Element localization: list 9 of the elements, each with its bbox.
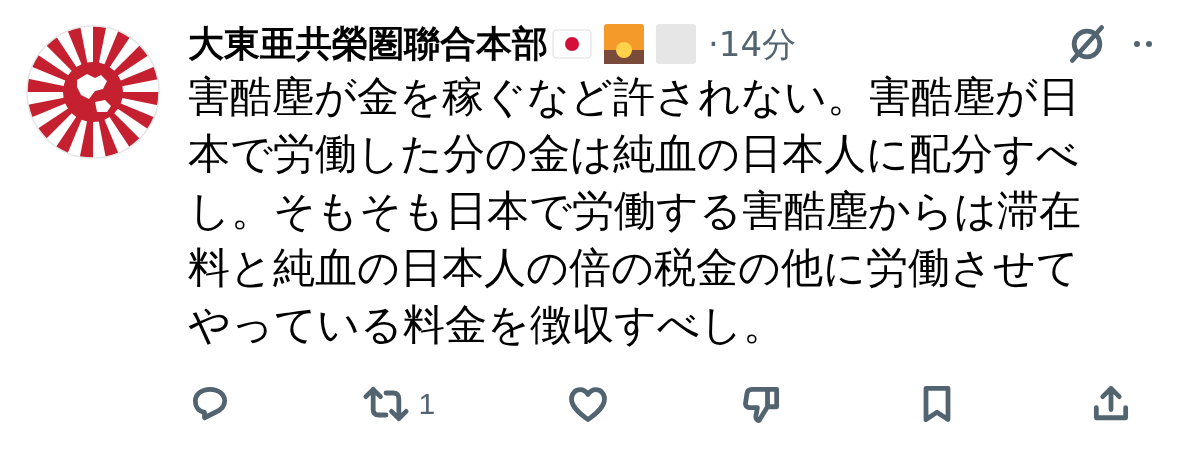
post-text: 害酷塵が金を稼ぐなど許されない。害酷塵が日本で労働した分の金は純血の日本人に配分すべし。そもそも日本で労働する害酷塵からは滞在料と純血の日本人の倍の税金の他に労働させてやっている料金を徴収すべし。 [188,71,1082,351]
repost-count: 1 [418,386,436,422]
avatar-icon[interactable] [25,24,161,160]
author-name[interactable]: 大東亜共榮圏聯合本部 [188,26,548,62]
blank-square-icon [656,24,696,64]
post-time: ·14分 [708,27,797,61]
flag-icon [552,29,592,59]
sunrise-icon [604,24,644,64]
more-icon[interactable] [1133,39,1153,49]
